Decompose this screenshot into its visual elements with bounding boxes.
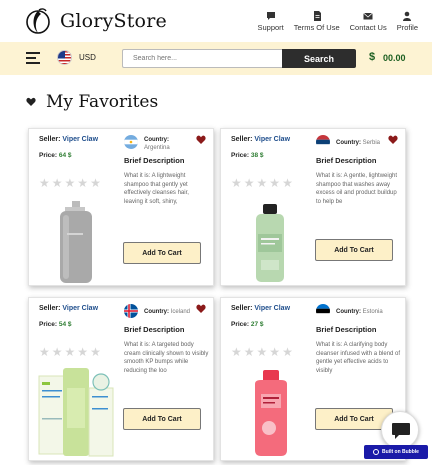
page-header: My Favorites — [26, 92, 158, 112]
rating-stars[interactable]: ★ ★ ★ ★ ★ — [39, 346, 101, 358]
rating-stars[interactable]: ★ ★ ★ ★ ★ — [39, 177, 101, 189]
nav-terms-label: Terms Of Use — [293, 23, 340, 32]
nav-profile-label: Profile — [396, 23, 418, 32]
add-to-cart-button[interactable]: Add To Cart — [123, 408, 201, 430]
price-label: Price: — [39, 152, 58, 159]
logo-icon[interactable] — [26, 8, 50, 34]
price-label: Price: — [39, 321, 58, 328]
chat-widget-button[interactable] — [381, 411, 419, 449]
brand-name[interactable]: GloryStore — [60, 10, 167, 32]
brief-description-heading: Brief Description — [124, 325, 185, 334]
seller-link[interactable]: Viper Claw — [254, 305, 290, 312]
product-description: What it is: A lightweight shampoo that g… — [124, 173, 189, 205]
search-button[interactable]: Search — [282, 49, 356, 68]
product-card: Seller: Viper Claw Price: 54 $ ★ ★ ★ ★ ★ Cou… — [28, 297, 214, 461]
price-value: 64 $ — [58, 152, 72, 159]
product-image[interactable] — [253, 204, 287, 284]
seller-link[interactable]: Viper Claw — [62, 136, 98, 143]
nav-terms[interactable]: Terms Of Use — [294, 11, 340, 32]
chat-icon — [266, 12, 275, 20]
country-value: Serbia — [362, 140, 381, 146]
country-info: Country: Iceland — [144, 308, 190, 316]
brief-description-heading: Brief Description — [316, 325, 377, 334]
brief-description-heading: Brief Description — [316, 156, 377, 165]
estonia-flag-icon — [316, 304, 330, 318]
add-to-cart-button[interactable]: Add To Cart — [123, 242, 201, 264]
rating-stars[interactable]: ★ ★ ★ ★ ★ — [231, 177, 293, 189]
country-label: Country: — [144, 309, 169, 315]
seller-label: Seller: — [231, 136, 253, 143]
country-label: Country: — [144, 137, 169, 143]
product-image[interactable] — [57, 201, 95, 285]
nav-contact-label: Contact Us — [349, 23, 387, 32]
price-line: Price: 64 $ — [39, 152, 72, 159]
user-icon — [403, 11, 412, 21]
product-description: What it is: A gentle, lightweight shampo… — [316, 173, 398, 205]
country-label: Country: — [336, 140, 361, 146]
page-title: My Favorites — [46, 92, 159, 112]
favorite-heart-icon[interactable] — [388, 135, 398, 144]
country-info: Country: Estonia — [336, 308, 383, 316]
product-image[interactable] — [37, 368, 117, 458]
brief-description-heading: Brief Description — [124, 156, 185, 165]
search-bar-strip: USD Search $ 00.00 — [0, 42, 432, 75]
search-input[interactable] — [122, 49, 282, 68]
country-info: Country: Serbia — [336, 139, 380, 147]
favorite-heart-icon[interactable] — [196, 135, 206, 144]
seller-line: Seller: Viper Claw — [39, 136, 98, 143]
favorite-heart-icon[interactable] — [196, 304, 206, 313]
nav-support-label: Support — [257, 23, 284, 32]
seller-label: Seller: — [39, 305, 61, 312]
top-nav: Support Terms Of Use Contact Us Profile — [258, 11, 418, 32]
seller-link[interactable]: Viper Claw — [62, 305, 98, 312]
price-label: Price: — [231, 152, 250, 159]
price-line: Price: 38 $ — [231, 152, 264, 159]
currency-label[interactable]: USD — [79, 53, 96, 62]
us-flag-icon[interactable] — [57, 50, 72, 65]
seller-line: Seller: Viper Claw — [231, 305, 290, 312]
price-line: Price: 54 $ — [39, 321, 72, 328]
built-on-bubble-badge[interactable]: Built on Bubble — [364, 445, 428, 459]
cart-dollar-icon[interactable]: $ — [369, 51, 375, 63]
product-image[interactable] — [251, 370, 291, 456]
price-value: 38 $ — [250, 152, 264, 159]
serbia-flag-icon — [316, 135, 330, 149]
nav-profile[interactable]: Profile — [397, 11, 418, 32]
country-label: Country: — [336, 309, 361, 315]
seller-link[interactable]: Viper Claw — [254, 136, 290, 143]
document-icon — [313, 11, 321, 21]
seller-line: Seller: Viper Claw — [231, 136, 290, 143]
chat-bubble-icon — [392, 423, 410, 439]
nav-contact[interactable]: Contact Us — [350, 11, 387, 32]
envelope-icon — [363, 12, 373, 20]
product-description: What it is: A clarifying body cleanser i… — [316, 342, 401, 374]
built-on-bubble-text: Built on Bubble — [382, 449, 419, 455]
argentina-flag-icon — [124, 135, 138, 149]
product-card: Seller: Viper Claw Price: 38 $ ★ ★ ★ ★ ★ Cou… — [220, 128, 406, 286]
product-card: Seller: Viper Claw Price: 27 $ ★ ★ ★ ★ ★ Cou… — [220, 297, 406, 461]
country-value: Iceland — [170, 309, 191, 315]
country-value: Estonia — [362, 309, 383, 315]
add-to-cart-button[interactable]: Add To Cart — [315, 239, 393, 261]
price-label: Price: — [231, 321, 250, 328]
price-value: 54 $ — [58, 321, 72, 328]
hamburger-menu-icon[interactable] — [26, 52, 40, 64]
price-line: Price: 27 $ — [231, 321, 264, 328]
product-description: What it is: A targeted body cream clinic… — [124, 342, 209, 374]
nav-support[interactable]: Support — [258, 11, 284, 32]
seller-label: Seller: — [231, 305, 253, 312]
top-header: GloryStore Support Terms Of Use Contact … — [0, 0, 432, 42]
product-card: Seller: Viper Claw Price: 64 $ ★ ★ ★ ★ ★ Cou… — [28, 128, 214, 286]
seller-label: Seller: — [39, 136, 61, 143]
iceland-flag-icon — [124, 304, 138, 318]
cart-total[interactable]: 00.00 — [383, 53, 406, 63]
country-value: Argentina — [144, 145, 170, 151]
price-value: 27 $ — [250, 321, 264, 328]
seller-line: Seller: Viper Claw — [39, 305, 98, 312]
bubble-logo-icon — [373, 449, 380, 455]
rating-stars[interactable]: ★ ★ ★ ★ ★ — [231, 346, 293, 358]
heart-icon — [26, 97, 36, 106]
country-info: Country: Argentina — [144, 136, 170, 152]
